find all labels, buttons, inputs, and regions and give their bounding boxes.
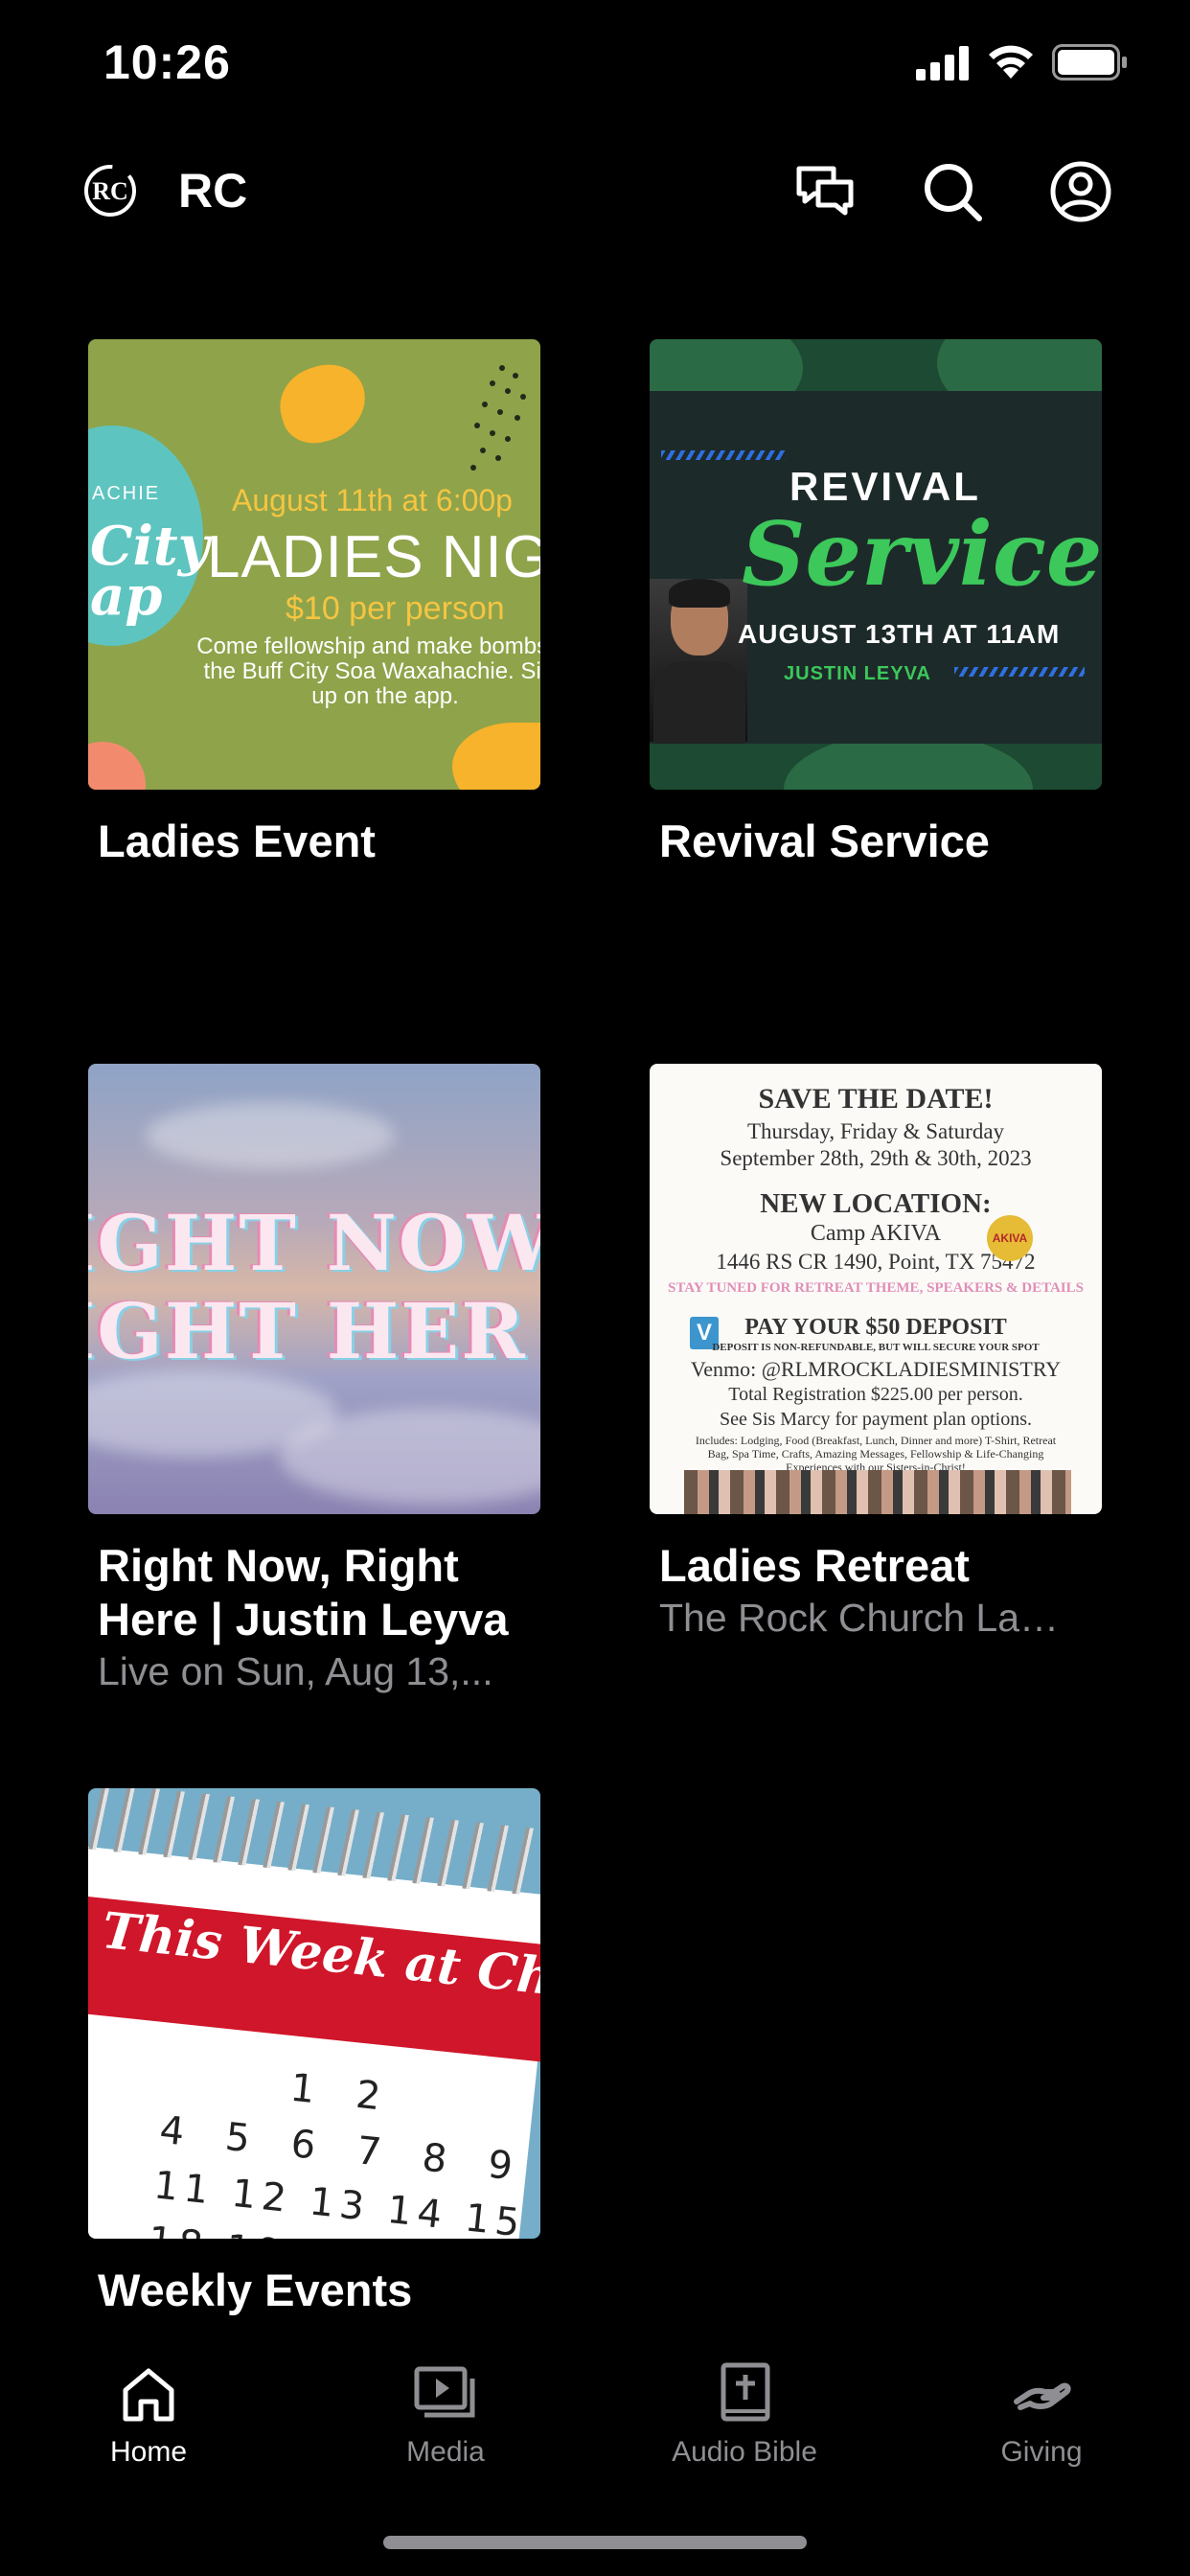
church-logo-icon: RC [84,165,136,217]
cellular-signal-icon [916,46,969,80]
card-thumbnail: IGHT NOW IGHT HER [88,1064,540,1514]
event-card-ladies-retreat[interactable]: SAVE THE DATE! Thursday, Friday & Saturd… [650,1064,1102,1643]
home-indicator [383,2536,807,2549]
home-icon [123,2368,174,2422]
tab-media[interactable]: Media [326,2359,565,2469]
sermon-card-right-now-right-here[interactable]: IGHT NOW IGHT HER Right Now, Right Here … [88,1064,540,1696]
event-card-ladies-event[interactable]: ACHIE City ap August 11th at 6:00p LADIE… [88,339,540,868]
search-button[interactable] [918,157,987,226]
card-thumbnail: This Week at Church 1 2 4 5 6 7 8 9 11 1… [88,1788,540,2239]
card-thumbnail: SAVE THE DATE! Thursday, Friday & Saturd… [650,1064,1102,1514]
tab-audio-bible[interactable]: Audio Bible [625,2359,864,2469]
card-title: Weekly Events [98,2265,413,2315]
card-thumbnail: REVIVAL Service AUGUST 13TH AT 11AM JUST… [650,339,1102,790]
tab-home[interactable]: Home [29,2359,268,2469]
card-title: Revival Service [659,816,990,866]
account-icon [1050,161,1111,222]
tab-giving[interactable]: Giving [922,2359,1161,2469]
messages-button[interactable] [791,157,860,226]
camp-akiva-logo: AKIVA [987,1215,1033,1261]
battery-icon [1052,44,1127,80]
card-subtitle: The Rock Church Lad... [659,1596,1071,1640]
decorative-dots [470,365,526,471]
giving-icon [1014,2382,1071,2410]
event-card-weekly-events[interactable]: This Week at Church 1 2 4 5 6 7 8 9 11 1… [88,1788,540,2317]
card-title: Right Now, Right Here | Justin Leyva [98,1540,509,1644]
group-photo [684,1470,1071,1514]
card-title: Ladies Event [98,816,376,866]
card-title: Ladies Retreat [659,1540,970,1591]
app-header: RC RC [0,144,1190,240]
wifi-icon [989,45,1033,79]
status-time: 10:26 [103,35,231,89]
search-icon [925,164,982,221]
event-card-revival-service[interactable]: REVIVAL Service AUGUST 13TH AT 11AM JUST… [650,339,1102,868]
card-thumbnail: ACHIE City ap August 11th at 6:00p LADIE… [88,339,540,790]
profile-button[interactable] [1046,157,1115,226]
media-icon [414,2366,475,2418]
status-bar: 10:26 [0,0,1190,134]
svg-text:RC: RC [92,177,128,205]
app-title: RC [178,164,248,218]
bible-icon [721,2362,770,2422]
chat-icon [796,166,854,216]
card-subtitle: Live on Sun, Aug 13,... [98,1649,493,1693]
